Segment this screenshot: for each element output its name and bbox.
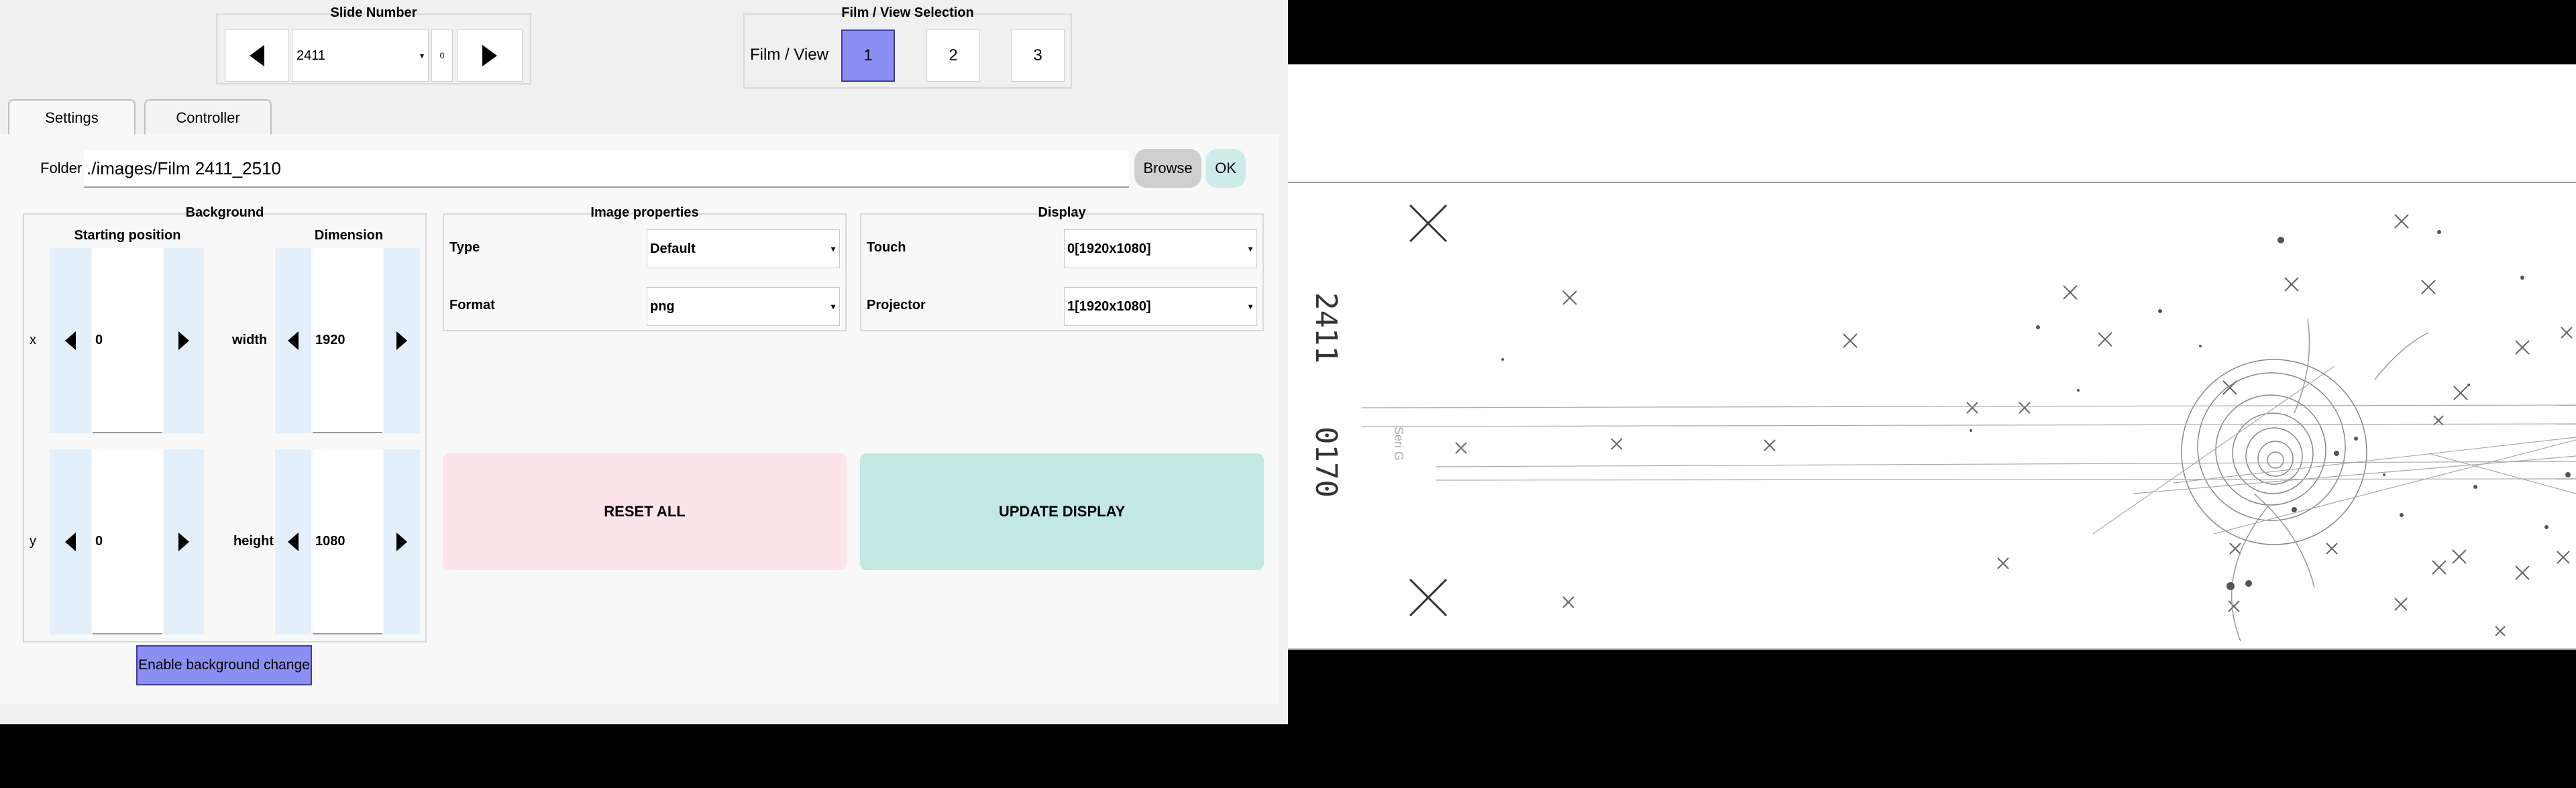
reset-all-button[interactable]: RESET ALL bbox=[443, 453, 847, 570]
arrow-left-icon bbox=[65, 532, 76, 551]
y-field[interactable]: 0 bbox=[93, 449, 162, 634]
touch-select[interactable]: 0[1920x1080] ▾ bbox=[1064, 229, 1257, 268]
slide-prev-button[interactable] bbox=[225, 30, 289, 82]
film-view-option-2[interactable]: 2 bbox=[926, 30, 980, 82]
type-select[interactable]: Default ▾ bbox=[647, 229, 840, 268]
height-decrement-button[interactable] bbox=[275, 449, 311, 634]
enable-background-change-button[interactable]: Enable background change bbox=[136, 645, 312, 685]
chevron-down-icon: ▾ bbox=[830, 302, 835, 311]
width-value: 1920 bbox=[315, 332, 345, 347]
settings-panel: Folder ./images/Film 2411_2510 Browse OK… bbox=[0, 134, 1279, 704]
film-image-viewer: 2411 0170 Seri G bbox=[1288, 0, 2576, 788]
film-view-option-3-label: 3 bbox=[1033, 46, 1042, 64]
chevron-down-icon: ▾ bbox=[419, 51, 424, 60]
dimension-title: Dimension bbox=[314, 228, 384, 243]
chevron-down-icon: ▾ bbox=[830, 244, 835, 254]
enable-background-change-label: Enable background change bbox=[138, 657, 310, 673]
touch-label: Touch bbox=[867, 240, 906, 255]
chevron-down-icon: ▾ bbox=[1248, 244, 1252, 254]
background-title: Background bbox=[185, 205, 264, 220]
slide-number-value: 2411 bbox=[297, 48, 326, 63]
image-properties-title: Image properties bbox=[590, 205, 699, 220]
touch-value: 0[1920x1080] bbox=[1067, 241, 1151, 256]
type-value: Default bbox=[650, 241, 696, 256]
type-label: Type bbox=[449, 240, 480, 255]
film-view-option-1[interactable]: 1 bbox=[841, 30, 895, 82]
folder-path-value: ./images/Film 2411_2510 bbox=[87, 158, 282, 178]
slide-sub-number-value: 0 bbox=[439, 51, 445, 60]
film-number-text: 2411 bbox=[1309, 292, 1343, 363]
format-value: png bbox=[650, 298, 675, 314]
height-label: height bbox=[233, 534, 274, 549]
control-window: Slide Number 2411 ▾ 0 Film / View Select… bbox=[0, 0, 1288, 724]
browse-button-label: Browse bbox=[1143, 160, 1193, 176]
format-select[interactable]: png ▾ bbox=[647, 287, 840, 326]
arrow-right-icon bbox=[178, 331, 189, 350]
arrow-right-icon bbox=[482, 45, 497, 66]
slide-number-title: Slide Number bbox=[330, 5, 417, 20]
projector-value: 1[1920x1080] bbox=[1067, 298, 1151, 314]
reset-all-label: RESET ALL bbox=[604, 503, 686, 520]
chevron-down-icon: ▾ bbox=[1248, 302, 1252, 311]
update-display-button[interactable]: UPDATE DISPLAY bbox=[860, 453, 1264, 570]
ok-button-label: OK bbox=[1215, 160, 1236, 176]
folder-path-input[interactable]: ./images/Film 2411_2510 bbox=[84, 150, 1129, 188]
bubble-chamber-image bbox=[1288, 182, 2576, 650]
arrow-left-icon bbox=[250, 45, 264, 66]
arrow-right-icon bbox=[396, 331, 407, 350]
y-label: y bbox=[30, 534, 36, 549]
format-label: Format bbox=[449, 298, 495, 313]
slide-sub-number[interactable]: 0 bbox=[431, 30, 453, 82]
film-view-title: Film / View Selection bbox=[841, 5, 974, 20]
film-view-option-1-label: 1 bbox=[863, 46, 873, 64]
seri-mark-text: Seri G bbox=[1392, 427, 1405, 461]
film-view-option-2-label: 2 bbox=[949, 46, 958, 64]
height-field[interactable]: 1080 bbox=[313, 449, 382, 634]
y-decrement-button[interactable] bbox=[50, 449, 91, 634]
arrow-right-icon bbox=[178, 532, 189, 551]
x-value: 0 bbox=[95, 332, 103, 347]
arrow-left-icon bbox=[288, 331, 299, 350]
arrow-right-icon bbox=[396, 532, 407, 551]
x-field[interactable]: 0 bbox=[93, 248, 162, 433]
film-view-label: Film / View bbox=[750, 46, 828, 64]
slide-next-button[interactable] bbox=[457, 30, 523, 82]
tab-settings-label: Settings bbox=[45, 109, 99, 126]
film-view-option-3[interactable]: 3 bbox=[1011, 30, 1065, 82]
folder-label: Folder bbox=[40, 160, 83, 176]
update-display-label: UPDATE DISPLAY bbox=[998, 503, 1126, 520]
starting-position-title: Starting position bbox=[74, 228, 181, 243]
x-label: x bbox=[30, 333, 36, 347]
arrow-left-icon bbox=[288, 532, 299, 551]
arrow-left-icon bbox=[65, 331, 76, 350]
height-increment-button[interactable] bbox=[384, 449, 420, 634]
x-increment-button[interactable] bbox=[164, 248, 204, 433]
projector-select[interactable]: 1[1920x1080] ▾ bbox=[1064, 287, 1257, 326]
y-increment-button[interactable] bbox=[164, 449, 204, 634]
y-value: 0 bbox=[95, 533, 103, 549]
width-increment-button[interactable] bbox=[384, 248, 420, 433]
height-value: 1080 bbox=[315, 533, 345, 549]
film-image: 2411 0170 Seri G bbox=[1288, 64, 2576, 650]
ok-button[interactable]: OK bbox=[1205, 149, 1246, 188]
x-decrement-button[interactable] bbox=[50, 248, 91, 433]
tab-settings[interactable]: Settings bbox=[8, 99, 136, 135]
film-sub-number-text: 0170 bbox=[1309, 427, 1343, 498]
width-decrement-button[interactable] bbox=[275, 248, 311, 433]
display-title: Display bbox=[1038, 205, 1086, 220]
tab-controller[interactable]: Controller bbox=[144, 99, 272, 135]
tab-controller-label: Controller bbox=[176, 109, 240, 126]
projector-label: Projector bbox=[867, 298, 926, 313]
browse-button[interactable]: Browse bbox=[1134, 149, 1201, 188]
slide-number-combo[interactable]: 2411 ▾ bbox=[292, 30, 429, 82]
width-label: width bbox=[232, 333, 268, 347]
width-field[interactable]: 1920 bbox=[313, 248, 382, 433]
